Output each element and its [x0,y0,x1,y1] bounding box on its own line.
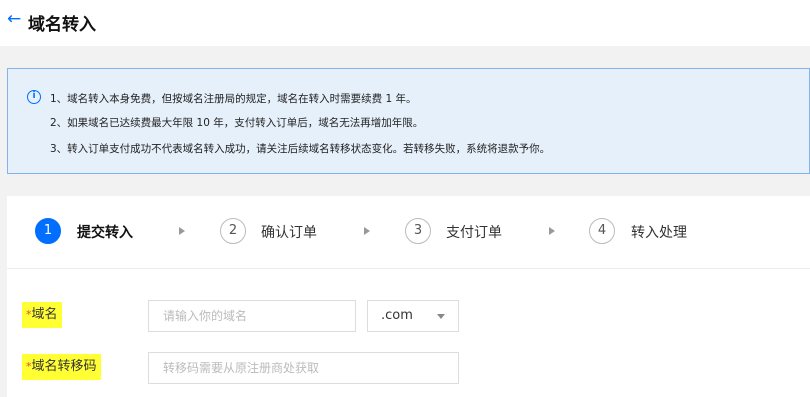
transfer-form-card: 1 提交转入 2 确认订单 3 支付订单 4 转入处理 *域名 请输入你的域名 … [7,196,810,397]
transfer-code-input[interactable]: 转移码需要从原注册商处获取 [148,352,459,384]
domain-suffix-select[interactable]: .com [367,300,459,332]
info-icon: i [27,90,41,104]
step-2-label: 确认订单 [261,225,317,241]
notice-line: 3、转入订单支付成功不代表域名转入成功，请关注后续域名转移状态变化。若转移失败，… [50,143,551,155]
domain-suffix-value: .com [381,308,413,323]
notice-line: 1、域名转入本身免费，但按域名注册局的规定，域名在转入时需要续费 1 年。 [50,93,417,105]
notice-box: i 1、域名转入本身免费，但按域名注册局的规定，域名在转入时需要续费 1 年。 … [7,68,810,174]
step-arrow-icon [549,227,555,235]
transfer-code-label: *域名转移码 [22,354,101,380]
step-3-number: 3 [405,218,431,244]
step-arrow-icon [364,227,370,235]
domain-label-text: 域名 [31,307,58,322]
divider [7,268,810,269]
step-3-label: 支付订单 [446,225,502,241]
step-1-number: 1 [35,218,61,244]
step-4-number: 4 [589,218,615,244]
step-4-label: 转入处理 [631,225,687,241]
domain-label: *域名 [22,302,62,328]
back-arrow-icon[interactable]: ← [7,9,21,29]
page-header: ← 域名转入 [0,0,810,46]
step-arrow-icon [179,227,185,235]
step-1-label: 提交转入 [77,225,133,241]
notice-line: 2、如果域名已达续费最大年限 10 年，支付转入订单后，域名无法再增加年限。 [50,117,424,129]
page-title: 域名转入 [28,15,96,35]
transfer-code-label-text: 域名转移码 [31,359,97,374]
step-2-number: 2 [220,218,246,244]
domain-input[interactable]: 请输入你的域名 [148,300,356,332]
chevron-down-icon [437,314,445,319]
